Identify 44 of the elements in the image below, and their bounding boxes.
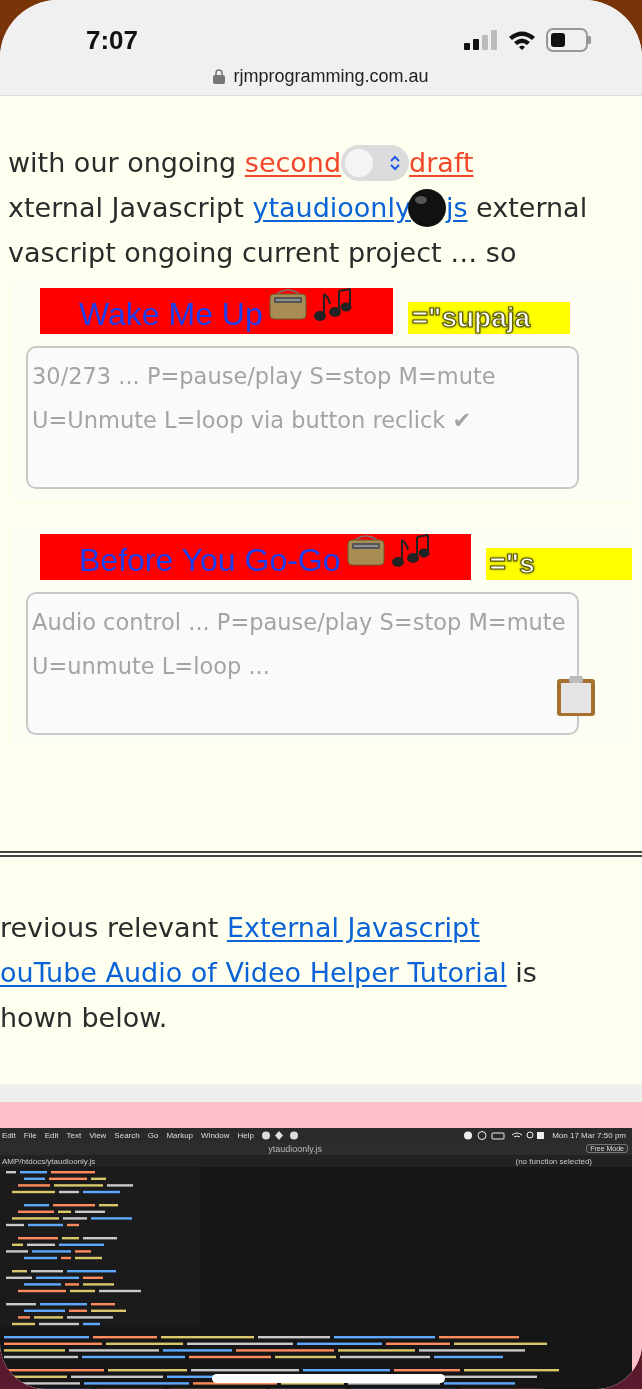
- radio-icon: [346, 534, 385, 566]
- menu-item[interactable]: Help: [237, 1130, 254, 1140]
- file-path: AMP/htdocs/ytaudioonly.js: [2, 1156, 96, 1166]
- menu-item[interactable]: File: [23, 1130, 37, 1140]
- text-link[interactable]: ytaudioonly: [252, 185, 411, 230]
- music-notes-icon: [312, 288, 353, 324]
- text-link[interactable]: ouTube Audio of Video Helper Tutorial: [0, 950, 507, 995]
- audio-control-field[interactable]: Audio control ... P=pause/play S=stop M=mute U=unmute L=loop ...: [26, 592, 579, 735]
- menu-item[interactable]: Edit: [44, 1130, 59, 1140]
- text-link[interactable]: draft: [409, 140, 474, 185]
- menu-item[interactable]: Text: [66, 1130, 82, 1140]
- wifi-icon: [508, 30, 536, 50]
- function-menu[interactable]: (no function selected): [515, 1156, 592, 1166]
- clipboard-icon[interactable]: [556, 675, 596, 717]
- body-text: xternal Javascript: [8, 191, 245, 225]
- music-notes-icon: [390, 534, 431, 570]
- body-text: with our ongoing: [8, 146, 238, 180]
- body-text: revious relevant: [0, 911, 220, 945]
- menu-item[interactable]: Edit: [2, 1130, 16, 1140]
- body-text: hown below.: [0, 1001, 168, 1035]
- lock-icon: [213, 69, 226, 84]
- battery-icon: [546, 28, 592, 52]
- updown-chevron-icon: [389, 153, 402, 172]
- code-snippet-text: ="supaja: [407, 302, 570, 334]
- radio-icon: [268, 288, 307, 320]
- menu-item[interactable]: View: [89, 1130, 107, 1140]
- text-link[interactable]: js: [445, 185, 468, 230]
- url-text[interactable]: rjmprogramming.com.au: [233, 66, 429, 87]
- menu-item[interactable]: Window: [201, 1130, 230, 1140]
- status-time: 7:07: [86, 24, 139, 56]
- menu-item[interactable]: Search: [114, 1130, 140, 1140]
- audio-control-field[interactable]: 30/273 ... P=pause/play S=stop M=mute U=Unmute L=loop via button reclick ✔: [26, 346, 579, 489]
- body-text: external: [475, 191, 588, 225]
- code-snippet-text: ="s: [485, 548, 632, 580]
- text-link[interactable]: External Javascript: [226, 905, 480, 950]
- file-title: ytaudioonly.js: [268, 1143, 322, 1154]
- body-text: is: [514, 956, 537, 990]
- menu-item[interactable]: Go: [147, 1130, 159, 1140]
- select-toggle[interactable]: [341, 144, 410, 181]
- menu-item[interactable]: Markup: [166, 1130, 194, 1140]
- body-text: vascript ongoing current project … so: [8, 236, 517, 270]
- menu-clock: Mon 17 Mar 7:50 pm: [552, 1130, 626, 1140]
- text-link[interactable]: second: [244, 140, 342, 185]
- signal-icon: [464, 30, 498, 50]
